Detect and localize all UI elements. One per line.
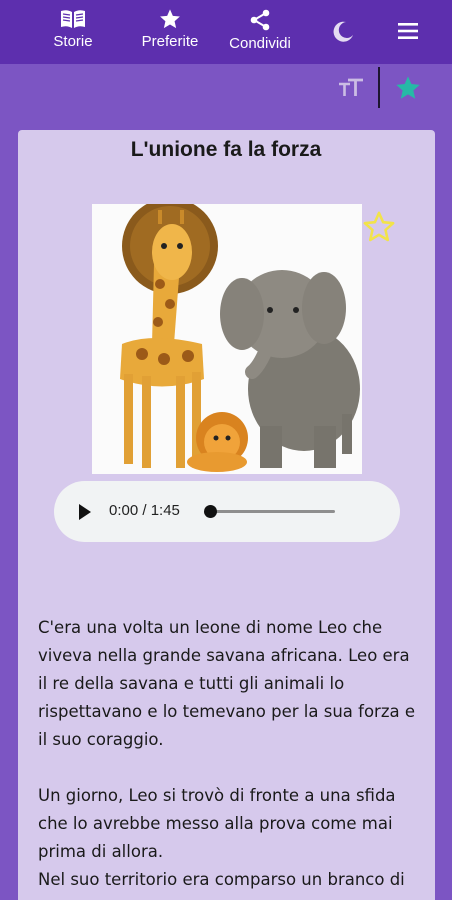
- story-paragraph: Un giorno, Leo si trovò di fronte a una …: [38, 786, 396, 861]
- story-favorite-button[interactable]: [362, 210, 396, 244]
- text-size-icon: [339, 78, 363, 96]
- story-paragraph: Nel suo territorio era comparso un branc…: [38, 870, 405, 889]
- toolbar-divider: [378, 67, 380, 108]
- menu-button[interactable]: [394, 20, 422, 42]
- top-app-bar: Storie Preferite Condividi: [0, 0, 452, 64]
- favorite-toggle-button[interactable]: [394, 74, 422, 102]
- nav-preferite-label: Preferite: [141, 33, 199, 50]
- audio-progress-thumb[interactable]: [204, 505, 217, 518]
- story-paragraph: C'era una volta un leone di nome Leo che…: [38, 618, 416, 749]
- play-icon: [79, 504, 91, 520]
- theme-toggle-button[interactable]: [328, 20, 358, 44]
- story-toolbar: [0, 64, 452, 110]
- nav-preferite[interactable]: Preferite: [132, 8, 208, 50]
- story-illustration: [92, 204, 362, 474]
- nav-storie[interactable]: Storie: [42, 8, 104, 50]
- audio-player: 0:00 / 1:45: [54, 481, 400, 542]
- font-size-button[interactable]: [336, 76, 366, 100]
- star-icon: [160, 9, 180, 29]
- star-filled-icon: [396, 76, 420, 99]
- book-icon: [61, 10, 85, 28]
- nav-storie-label: Storie: [53, 33, 93, 50]
- nav-condividi[interactable]: Condividi: [222, 8, 298, 52]
- star-outline-icon: [363, 211, 395, 242]
- story-text: C'era una volta un leone di nome Leo che…: [38, 614, 423, 894]
- share-icon: [250, 9, 270, 31]
- nav-condividi-label: Condividi: [229, 35, 291, 52]
- moon-icon: [333, 21, 353, 42]
- menu-icon: [398, 23, 418, 39]
- audio-progress-track[interactable]: [211, 510, 335, 513]
- audio-time: 0:00 / 1:45: [109, 502, 180, 519]
- play-button[interactable]: [78, 503, 92, 521]
- story-title: L'unione fa la forza: [130, 138, 322, 161]
